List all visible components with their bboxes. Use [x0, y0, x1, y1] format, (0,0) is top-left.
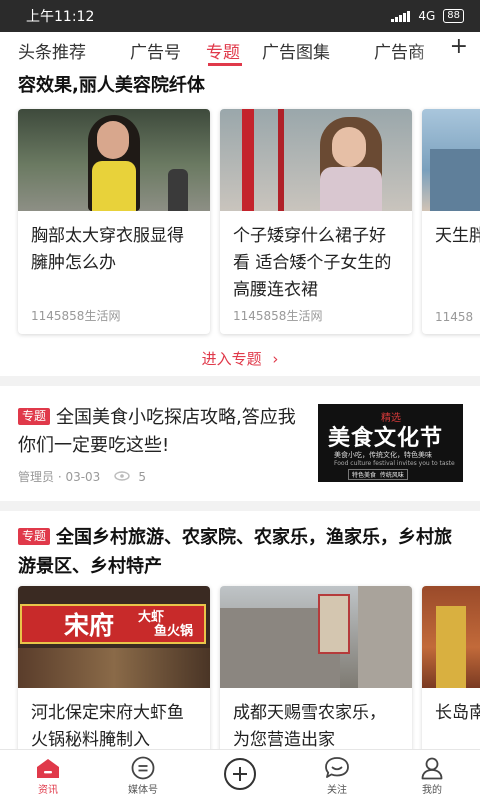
bottom-nav: 资讯 媒体号 关注 我的: [0, 749, 480, 800]
media-icon: [113, 754, 173, 781]
card-title: 成都天赐雪农家乐，为您营造出家: [233, 703, 386, 749]
card-image: [220, 586, 412, 688]
nav-follow[interactable]: 关注: [307, 754, 367, 796]
topic-block-2: 专题 全国乡村旅游、农家院、农家乐，渔家乐，乡村旅游景区、乡村特产 宋府 大虾 鱼…: [0, 511, 480, 749]
topic-card[interactable]: 天生胖招教你变大的 11458: [422, 109, 480, 334]
nav-media-label: 媒体号: [128, 785, 158, 796]
add-tab-button[interactable]: +: [445, 34, 468, 59]
thumb-title: 美食文化节: [328, 425, 444, 451]
sign-text: 宋府: [64, 611, 115, 640]
topic-title[interactable]: 容效果,丽人美容院纤体: [0, 66, 480, 100]
topic-card[interactable]: 个子矮穿什么裙子好看 适合矮个子女生的高腰连衣裙 1145858生活网: [220, 109, 412, 334]
enter-topic-link[interactable]: 进入专题 ›: [0, 348, 480, 369]
tab-ad-gallery[interactable]: 广告图集: [262, 38, 330, 63]
card-source: 11458: [435, 310, 474, 324]
plus-circle-icon: [210, 754, 270, 794]
topic-badge: 专题: [18, 408, 51, 425]
eye-icon: [114, 470, 131, 484]
topic-card[interactable]: 胸部太大穿衣服显得臃肿怎么办 1145858生活网: [18, 109, 210, 334]
card-title: 长岛南文英添: [435, 703, 480, 723]
feed[interactable]: 容效果,丽人美容院纤体 胸部太大穿衣服显得臃肿怎么办 1145858生活网 个子…: [0, 66, 480, 749]
user-icon: [402, 754, 462, 781]
card-image: 宋府 大虾 鱼火锅: [18, 586, 210, 688]
card-image: [220, 109, 412, 211]
article-meta: 管理员 · 03-03 5: [18, 468, 146, 485]
nav-follow-label: 关注: [327, 785, 347, 796]
chat-icon: [307, 754, 367, 781]
chevron-right-icon: ›: [272, 350, 279, 368]
thumb-english: Food culture festival invites you to tas…: [334, 460, 455, 467]
status-bar: 上午11:12 4G 88: [0, 0, 480, 32]
card-title: 河北保定宋府大虾鱼火锅秘料腌制入: [31, 703, 184, 749]
status-icons: 4G 88: [391, 9, 464, 23]
card-title: 胸部太大穿衣服显得臃肿怎么办: [31, 226, 184, 273]
nav-mine[interactable]: 我的: [402, 754, 462, 796]
topic-title-text: 全国乡村旅游、农家院、农家乐，渔家乐，乡村旅游景区、乡村特产: [18, 527, 453, 577]
sign-text-side2: 鱼火锅: [154, 624, 194, 639]
nav-publish[interactable]: [210, 754, 270, 794]
thumb-chips: 特色美食 传统风味: [348, 469, 408, 480]
nav-media[interactable]: 媒体号: [113, 754, 173, 796]
card-title: 天生胖招教你变大的: [435, 226, 480, 246]
battery-icon: 88: [443, 9, 464, 23]
card-source: 1145858生活网: [233, 309, 323, 323]
topic-badge: 专题: [18, 528, 51, 545]
nav-news[interactable]: 资讯: [18, 754, 78, 796]
topic-card-row[interactable]: 宋府 大虾 鱼火锅 河北保定宋府大虾鱼火锅秘料腌制入 成都天赐雪农家乐，为您营造…: [18, 586, 480, 749]
article-item[interactable]: 专题 全国美食小吃探店攻略,答应我你们一定要吃这些! 管理员 · 03-03 5 …: [0, 386, 480, 501]
category-tab-bar: 头条推荐 广告号 专题 广告图集 广告商 +: [0, 32, 480, 66]
nav-news-label: 资讯: [38, 785, 58, 796]
topic-block-1: 容效果,丽人美容院纤体 胸部太大穿衣服显得臃肿怎么办 1145858生活网 个子…: [0, 66, 480, 376]
card-source: 1145858生活网: [31, 309, 121, 323]
topic-title[interactable]: 专题 全国乡村旅游、农家院、农家乐，渔家乐，乡村旅游景区、乡村特产: [0, 511, 480, 581]
topic-card[interactable]: 成都天赐雪农家乐，为您营造出家: [220, 586, 412, 749]
tab-headline[interactable]: 头条推荐: [18, 38, 86, 63]
article-thumbnail: 精选 美食文化节 美食小吃，传统文化，特色美味 Food culture fes…: [318, 404, 463, 482]
topic-card[interactable]: 长岛南文英添: [422, 586, 480, 749]
view-count: 5: [138, 469, 146, 484]
card-image: [18, 109, 210, 211]
topic-card-row[interactable]: 胸部太大穿衣服显得臃肿怎么办 1145858生活网 个子矮穿什么裙子好看 适合矮…: [18, 109, 480, 341]
article-title: 专题 全国美食小吃探店攻略,答应我你们一定要吃这些!: [18, 404, 302, 460]
card-image: [422, 109, 480, 211]
home-icon: [18, 754, 78, 781]
article-title-text: 全国美食小吃探店攻略,答应我你们一定要吃这些!: [18, 407, 296, 456]
status-time: 上午11:12: [26, 9, 95, 25]
thumb-subtitle: 美食小吃，传统文化，特色美味: [334, 451, 432, 459]
tab-ad-account[interactable]: 广告号: [130, 38, 181, 63]
enter-topic-label: 进入专题: [201, 350, 262, 368]
card-title: 个子矮穿什么裙子好看 适合矮个子女生的高腰连衣裙: [233, 226, 392, 297]
tab-topic[interactable]: 专题: [206, 38, 240, 63]
network-label: 4G: [418, 9, 436, 23]
nav-mine-label: 我的: [422, 785, 442, 796]
article-author-date: 管理员 · 03-03: [18, 470, 101, 484]
card-image: [422, 586, 480, 688]
signal-icon: [391, 10, 411, 22]
topic-card[interactable]: 宋府 大虾 鱼火锅 河北保定宋府大虾鱼火锅秘料腌制入: [18, 586, 210, 749]
